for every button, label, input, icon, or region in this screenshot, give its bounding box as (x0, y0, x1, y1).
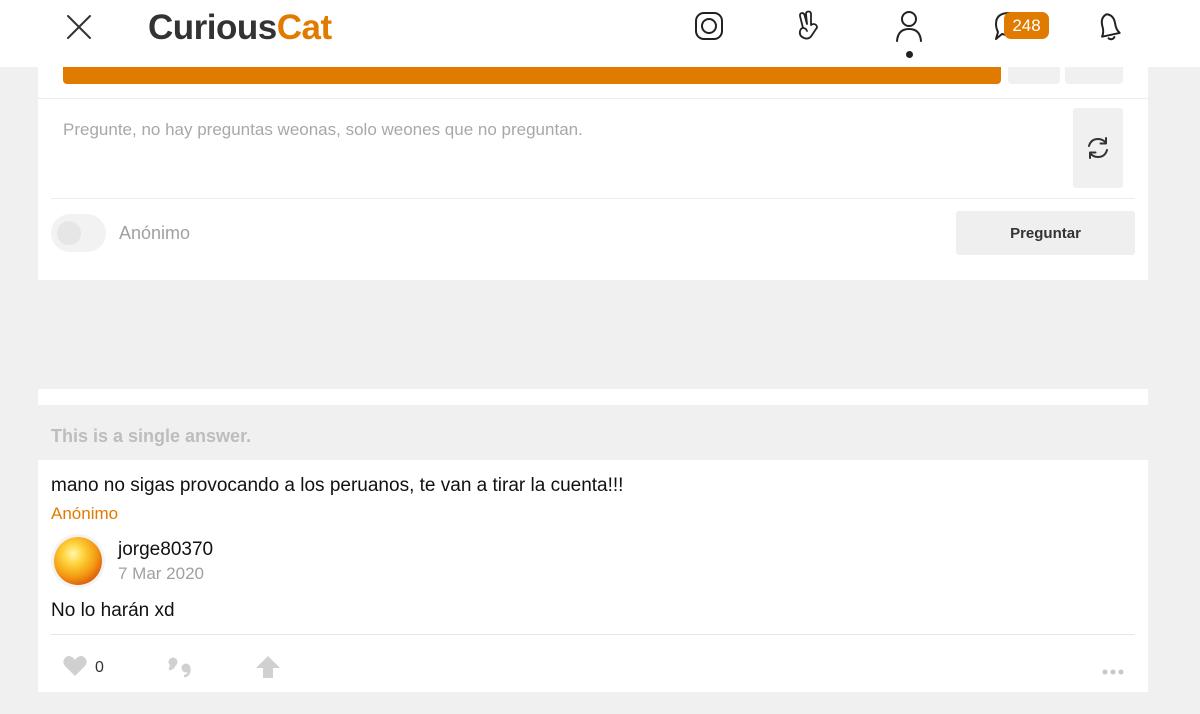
notification-badge[interactable]: 248 (1004, 12, 1049, 39)
bell-icon[interactable] (1091, 8, 1127, 44)
active-tab-indicator (906, 51, 913, 58)
secondary-button[interactable] (1008, 67, 1060, 84)
answer-text: No lo harán xd (51, 600, 175, 621)
single-answer-header: This is a single answer. (38, 405, 1148, 460)
avatar[interactable] (51, 534, 105, 588)
ask-question-card: Anónimo Preguntar (38, 67, 1148, 280)
share-icon[interactable] (254, 654, 282, 685)
answer-card: mano no sigas provocando a los peruanos,… (38, 460, 1148, 692)
ask-button[interactable]: Preguntar (956, 211, 1135, 255)
like-count: 0 (95, 659, 104, 676)
close-icon[interactable] (62, 10, 96, 44)
logo-curious: Curious (148, 8, 277, 47)
logo[interactable]: CuriousCat (148, 8, 332, 48)
divider (51, 198, 1135, 199)
tertiary-button[interactable] (1065, 67, 1123, 84)
quote-icon[interactable] (166, 655, 194, 684)
anonymous-label: Anónimo (119, 223, 191, 243)
more-options-icon[interactable] (1102, 663, 1124, 681)
profile-icon[interactable] (891, 8, 927, 44)
question-text: mano no sigas provocando a los peruanos,… (51, 475, 624, 496)
question-input[interactable] (63, 120, 1063, 140)
answer-section-top (38, 392, 1148, 405)
heart-icon[interactable] (62, 654, 88, 683)
logo-cat: Cat (276, 8, 332, 47)
divider (51, 634, 1135, 635)
top-nav-bar: CuriousCat 248 (0, 0, 1200, 67)
avatar-image (54, 537, 102, 585)
answer-date: 7 Mar 2020 (118, 564, 204, 583)
refresh-icon (1088, 137, 1108, 159)
divider (38, 98, 1148, 99)
author-username[interactable]: jorge80370 (118, 539, 213, 561)
peace-hand-icon[interactable] (791, 8, 827, 44)
follow-button[interactable] (63, 67, 1001, 84)
single-answer-label: This is a single answer. (51, 426, 252, 446)
instagram-icon[interactable] (691, 8, 727, 44)
anonymous-toggle[interactable] (51, 214, 106, 252)
asker-name[interactable]: Anónimo (51, 504, 118, 524)
refresh-button[interactable] (1073, 108, 1123, 188)
toggle-knob (57, 221, 81, 245)
